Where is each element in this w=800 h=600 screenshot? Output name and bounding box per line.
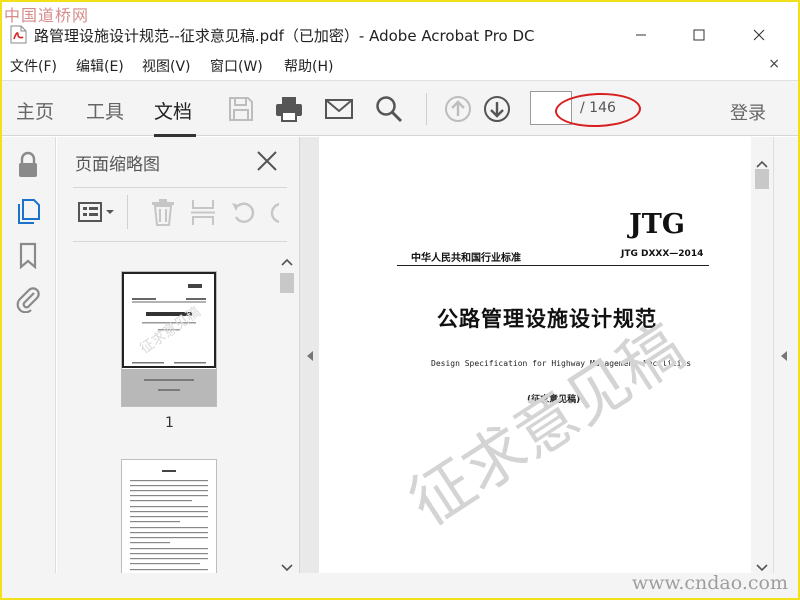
title-bar: 路管理设施设计规范--征求意见稿.pdf（已加密）- Adobe Acrobat… [2,22,798,48]
extract-page-icon[interactable] [189,197,217,227]
rotate-left-icon[interactable] [229,197,257,227]
search-icon[interactable] [374,94,404,124]
page-thumbnail-1[interactable]: 征求意见稿 [121,271,217,407]
scroll-up-icon[interactable] [281,251,293,270]
svg-text:征求意见稿: 征求意见稿 [137,303,204,357]
menu-file[interactable]: 文件(F) [10,56,57,76]
selected-page-frame: 征求意见稿 [122,272,216,368]
expand-right-pane-icon[interactable] [780,347,788,366]
right-pane-collapsed[interactable] [773,137,798,573]
close-icon [753,29,765,41]
next-page-icon[interactable] [482,94,512,124]
thumbnail-scrollbar[interactable] [277,243,297,573]
panel-splitter[interactable] [299,137,319,573]
maximize-icon [693,29,705,41]
tab-tools[interactable]: 工具 [86,97,124,124]
lock-icon[interactable] [14,151,42,179]
tab-home[interactable]: 主页 [16,97,54,124]
previous-page-icon[interactable] [443,94,473,124]
document-organization: 中华人民共和国行业标准 [411,253,521,264]
document-scrollbar[interactable] [751,137,773,573]
toolbar-divider [426,93,427,125]
draft-watermark: 征求意见稿 [396,309,697,540]
document-code: JTG DXXX—2014 [621,249,704,259]
minimize-icon [636,34,646,36]
document-code-logo: JTG [629,209,685,240]
page-thumbnails-panel: 页面缩略图 征求意见稿 1 [57,137,299,573]
menu-edit[interactable]: 编辑(E) [76,56,124,76]
delete-page-icon[interactable] [149,197,177,227]
document-view[interactable]: JTG 中华人民共和国行业标准 JTG DXXX—2014 公路管理设施设计规范… [319,137,751,573]
panel-title: 页面缩略图 [75,155,160,175]
collapse-left-icon[interactable] [306,347,314,366]
site-url-watermark: www.cndao.com [631,572,788,594]
panel-tool-divider [127,195,128,229]
menu-bar: 文件(F) 编辑(E) 视图(V) 窗口(W) 帮助(H) × [2,53,798,77]
site-watermark: 中国道桥网 [4,6,90,25]
window-title: 路管理设施设计规范--征求意见稿.pdf（已加密）- Adobe Acrobat… [34,27,535,45]
thumbnail-options-icon[interactable] [77,197,117,227]
rotate-right-icon[interactable] [267,197,279,227]
pdf-file-icon [10,25,27,44]
page-thumbnails-icon[interactable] [14,197,42,225]
navigation-rail [2,137,56,573]
thumbnail-viewport-shade [122,369,216,406]
page-thumbnail-2[interactable] [121,459,217,573]
menu-view[interactable]: 视图(V) [142,56,191,76]
thumbnail-label-1: 1 [165,415,174,431]
minimize-button[interactable] [618,22,664,48]
maximize-button[interactable] [676,22,722,48]
login-button[interactable]: 登录 [730,99,766,125]
header-rule [397,265,709,266]
thumbnail-list: 征求意见稿 1 [57,243,277,573]
main-toolbar: 主页 工具 文档 / 146 登录 [2,80,798,137]
menu-help[interactable]: 帮助(H) [284,56,333,76]
panel-toolbar-separator [73,241,287,242]
scrollbar-thumb[interactable] [755,169,769,189]
save-icon[interactable] [226,94,256,124]
attachment-icon[interactable] [14,285,42,314]
bookmark-icon[interactable] [14,241,42,270]
print-icon[interactable] [274,94,304,124]
panel-divider [73,187,287,188]
scrollbar-thumb[interactable] [280,273,294,293]
menu-window[interactable]: 窗口(W) [210,56,263,76]
close-document-button[interactable]: × [768,56,780,72]
close-window-button[interactable] [736,22,782,48]
tab-document[interactable]: 文档 [154,97,192,124]
mail-icon[interactable] [324,94,354,124]
close-panel-icon[interactable] [255,149,279,173]
